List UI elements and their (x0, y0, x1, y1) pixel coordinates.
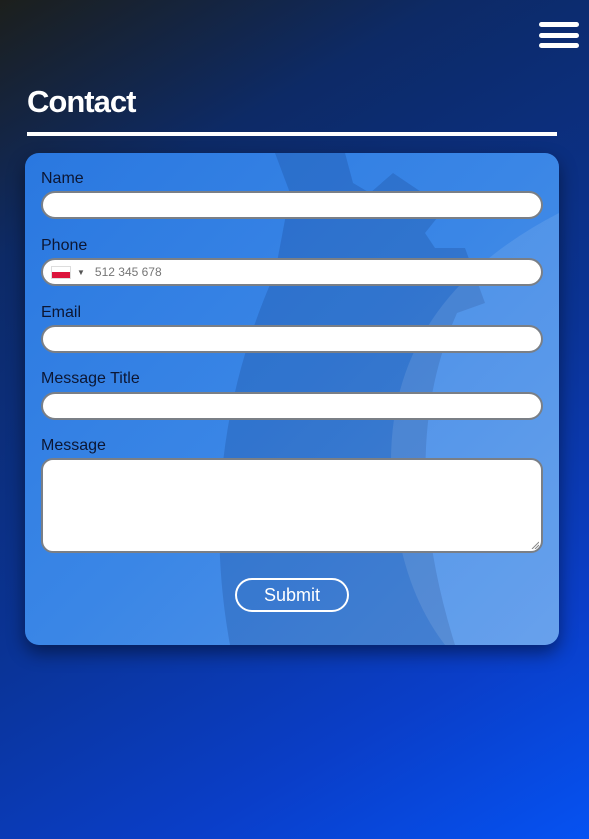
resize-grip-icon[interactable] (531, 541, 539, 549)
message-textarea[interactable] (41, 458, 543, 553)
hamburger-menu-icon[interactable] (539, 22, 579, 48)
hamburger-line (539, 43, 579, 48)
phone-placeholder: 512 345 678 (94, 265, 162, 279)
message-title-label: Message Title (41, 370, 140, 387)
message-title-input[interactable] (41, 392, 543, 420)
name-label: Name (41, 170, 84, 187)
email-input[interactable] (41, 325, 543, 353)
phone-input[interactable]: ▼ 512 345 678 (41, 258, 543, 286)
phone-label: Phone (41, 237, 88, 254)
name-input[interactable] (41, 191, 543, 219)
contact-form: Name Phone ▼ 512 345 678 Email Message T… (25, 153, 559, 645)
page-title: Contact (27, 84, 136, 119)
title-underline (27, 132, 557, 136)
email-label: Email (41, 304, 82, 321)
message-label: Message (41, 437, 106, 454)
chevron-down-icon[interactable]: ▼ (77, 268, 85, 277)
hamburger-line (539, 22, 579, 27)
poland-flag-icon[interactable] (51, 265, 71, 279)
hamburger-line (539, 32, 579, 38)
submit-button[interactable]: Submit (235, 578, 349, 612)
